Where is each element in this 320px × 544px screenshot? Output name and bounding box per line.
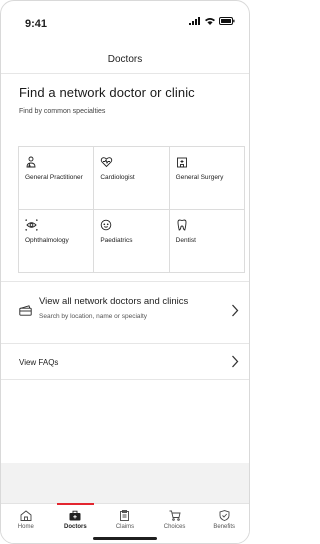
tooth-icon	[177, 219, 187, 231]
faq-label: View FAQs	[19, 358, 59, 367]
cart-icon	[169, 510, 181, 521]
specialty-label: General Practitioner	[25, 174, 83, 181]
stethoscope-icon	[26, 156, 36, 168]
doctor-bag-icon	[69, 510, 81, 521]
find-subheading: Find by common specialties	[19, 108, 106, 115]
home-icon	[20, 510, 32, 521]
chevron-right-icon	[232, 355, 239, 368]
specialty-label: Dentist	[175, 237, 196, 244]
status-time: 9:41	[25, 18, 48, 30]
wifi-icon	[205, 18, 215, 25]
view-faqs-link[interactable]: View FAQs	[1, 347, 249, 379]
specialty-dentist[interactable]: Dentist	[169, 210, 245, 273]
specialty-label: General Surgery	[175, 174, 224, 181]
section-divider	[1, 379, 249, 380]
specialty-ophthalmology[interactable]: Ophthalmology	[19, 210, 95, 273]
home-indicator	[93, 537, 157, 540]
status-bar: 9:41	[1, 1, 249, 41]
specialty-general-practitioner[interactable]: General Practitioner	[19, 147, 95, 210]
battery-icon	[219, 17, 235, 25]
eye-icon	[25, 219, 38, 231]
specialty-label: Paediatrics	[100, 237, 133, 244]
bottom-spacer	[1, 463, 249, 503]
tab-choices[interactable]: Choices	[150, 504, 200, 543]
wallet-icon	[19, 305, 32, 316]
phone-screen: 9:41 Doctors Find a network doctor or cl…	[0, 0, 250, 544]
tab-label: Choices	[163, 524, 186, 530]
header-divider	[1, 73, 249, 74]
baby-face-icon	[101, 219, 112, 231]
chevron-right-icon	[232, 304, 239, 317]
view-all-title: View all network doctors and clinics	[39, 296, 189, 307]
tab-label: Claims	[115, 524, 135, 530]
heart-icon	[101, 157, 113, 168]
signal-icon	[189, 17, 200, 25]
clipboard-icon	[120, 510, 130, 521]
specialty-general-surgery[interactable]: General Surgery	[169, 147, 245, 210]
find-heading: Find a network doctor or clinic	[19, 85, 195, 100]
active-tab-indicator	[56, 503, 95, 505]
tab-label: Benefits	[213, 524, 236, 530]
status-icons	[189, 17, 235, 25]
specialty-cardiologist[interactable]: Cardiologist	[94, 147, 170, 210]
tab-label: Home	[17, 524, 34, 530]
page-title: Doctors	[107, 54, 143, 65]
specialty-label: Ophthalmology	[25, 237, 69, 244]
specialty-label: Cardiologist	[100, 174, 135, 181]
tab-benefits[interactable]: Benefits	[199, 504, 249, 543]
tab-home[interactable]: Home	[1, 504, 51, 543]
hospital-icon	[176, 157, 187, 168]
specialty-grid: General Practitioner Cardiologist Genera…	[18, 146, 245, 273]
view-all-doctors-link[interactable]: View all network doctors and clinics Sea…	[1, 281, 249, 341]
section-divider	[1, 343, 249, 344]
view-all-subtitle: Search by location, name or specialty	[39, 313, 148, 320]
shield-check-icon	[219, 510, 230, 521]
specialty-paediatrics[interactable]: Paediatrics	[94, 210, 170, 273]
tab-label: Doctors	[64, 524, 87, 530]
